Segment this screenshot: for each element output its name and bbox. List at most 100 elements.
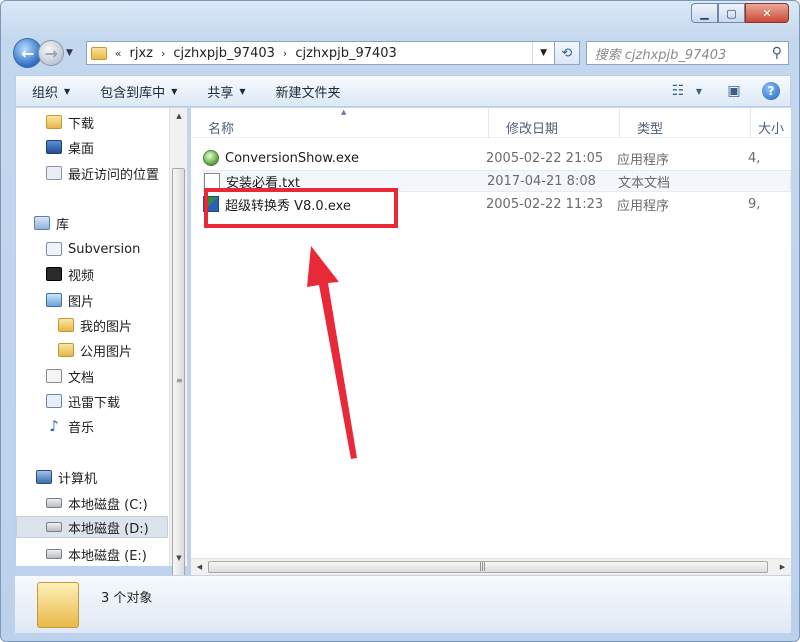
sidebar-item-libraries[interactable]: 库 [34,212,69,234]
file-name: ConversionShow.exe [225,150,359,166]
details-pane: 3 个对象 [15,575,791,633]
address-overflow[interactable]: « [115,47,122,60]
recent-pages-dropdown[interactable]: ▼ [66,48,80,58]
sidebar-item-public-pictures[interactable]: 公用图片 [58,339,132,361]
sidebar-item-drive-e[interactable]: 本地磁盘 (E:) [46,543,147,565]
scroll-right-icon[interactable]: ▶ [774,559,791,575]
scroll-up-icon[interactable]: ▲ [170,108,188,124]
sidebar-item-videos[interactable]: 视频 [46,263,94,285]
new-folder-button[interactable]: 新建文件夹 [276,82,341,101]
folder-icon [90,46,107,60]
library-icon [34,216,50,230]
sidebar-item-recent-places[interactable]: 最近访问的位置 [46,162,159,184]
explorer-window: ▁ ▢ ✕ ← → ▼ « rjxz › cjzhxpjb_97403 › cj… [0,0,800,642]
drive-icon [46,498,62,508]
column-type-label: 类型 [637,122,664,137]
search-icon[interactable]: ⚲ [772,45,782,61]
file-list: ▲ 名称 修改日期 类型 大小 ConversionShow.exe 2005-0… [191,108,791,558]
sidebar-item-label: 桌面 [68,141,95,157]
sidebar-item-my-pictures[interactable]: 我的图片 [58,314,132,336]
share-button[interactable]: 共享 ▼ [207,82,245,101]
scroll-down-icon[interactable]: ▼ [170,550,188,566]
sidebar-item-computer[interactable]: 计算机 [36,466,97,488]
sidebar-item-label: 文档 [68,370,95,386]
refresh-button[interactable]: ⟲ [554,41,580,65]
text-file-icon [204,173,220,189]
file-type: 应用程序 [617,152,670,168]
sidebar-item-label: 最近访问的位置 [68,167,160,183]
file-type: 文本文档 [618,175,671,191]
sidebar-item-label: 图片 [68,294,95,310]
sidebar-item-downloads[interactable]: 下载 [46,111,94,133]
column-header-type[interactable]: 类型 [620,108,751,138]
address-dropdown-icon[interactable]: ▼ [532,42,554,64]
sidebar-item-label: 计算机 [58,471,98,487]
folder-icon [37,581,79,628]
music-note-icon: ♪ [49,417,59,435]
documents-library-icon [46,369,62,383]
view-options-icon[interactable]: ☷ [664,80,692,102]
sidebar-item-subversion[interactable]: Subversion [46,238,140,260]
navigation-bar: ← → ▼ « rjxz › cjzhxpjb_97403 › cjzhxpjb… [13,37,789,69]
breadcrumb-parent[interactable]: cjzhxpjb_97403 [173,46,275,61]
file-list-horizontal-scrollbar[interactable]: ◀ ||| ▶ [191,558,791,575]
breadcrumb-current[interactable]: cjzhxpjb_97403 [295,46,397,61]
close-button[interactable]: ✕ [745,3,789,23]
sidebar-item-label: 本地磁盘 (C:) [68,497,148,513]
drive-icon [46,549,62,559]
breadcrumb-separator-icon[interactable]: › [161,47,165,60]
folder-icon [58,343,74,357]
search-input[interactable]: 搜索 cjzhxpjb_97403 ⚲ [585,41,789,65]
sidebar-item-label: 视频 [68,268,95,284]
thunder-download-icon [46,394,62,408]
scroll-thumb[interactable]: ||| [208,561,768,573]
minimize-button[interactable]: ▁ [691,3,718,23]
file-type: 应用程序 [617,198,670,214]
sidebar-item-label: 库 [56,217,70,233]
video-library-icon [46,267,62,281]
sidebar-item-documents[interactable]: 文档 [46,365,94,387]
sidebar-item-drive-c[interactable]: 本地磁盘 (C:) [46,492,148,514]
help-icon[interactable]: ? [762,82,780,100]
file-size: 9, [748,196,761,212]
sidebar-item-music[interactable]: ♪ 音乐 [46,415,94,437]
search-placeholder: 搜索 cjzhxpjb_97403 [594,47,727,63]
file-date: 2005-02-22 11:23 [486,196,604,212]
preview-pane-icon[interactable]: ▣ [720,80,748,102]
sidebar-item-label: 公用图片 [80,344,133,360]
chevron-down-icon: ▼ [171,86,178,96]
navigation-pane-scrollbar[interactable]: ▲ ≡ ▼ [169,108,188,602]
subversion-icon [46,242,62,256]
sidebar-item-label: 下载 [68,116,95,132]
scroll-thumb[interactable]: ≡ [172,168,185,602]
view-dropdown-icon[interactable]: ▼ [692,80,706,102]
scroll-left-icon[interactable]: ◀ [191,559,208,575]
sidebar-item-pictures[interactable]: 图片 [46,289,94,311]
new-folder-label: 新建文件夹 [275,85,341,101]
breadcrumb-separator-icon[interactable]: › [283,47,287,60]
drive-icon [46,522,62,532]
maximize-button[interactable]: ▢ [718,3,745,23]
item-count: 3 个对象 [101,591,153,606]
sort-ascending-icon: ▲ [341,108,347,116]
chevron-down-icon: ▼ [239,86,246,96]
sidebar-item-label: 本地磁盘 (D:) [68,521,149,537]
sidebar-item-thunder-downloads[interactable]: 迅雷下载 [46,390,120,412]
include-in-library-button[interactable]: 包含到库中 ▼ [100,82,177,101]
command-bar: 组织 ▼ 包含到库中 ▼ 共享 ▼ 新建文件夹 ☷ ▼ ▣ ? [15,75,791,107]
sidebar-item-drive-d[interactable]: 本地磁盘 (D:) [16,516,168,538]
table-row[interactable]: ConversionShow.exe 2005-02-22 21:05 应用程序… [203,147,791,169]
column-date-label: 修改日期 [506,122,559,137]
navigation-pane: 下载 桌面 最近访问的位置 库 Subversion 视频 图片 我的图片 公用… [15,108,187,566]
column-header-name[interactable]: ▲ 名称 [191,108,489,138]
organize-button[interactable]: 组织 ▼ [32,82,70,101]
forward-button[interactable]: → [38,40,65,66]
address-bar[interactable]: « rjxz › cjzhxpjb_97403 › cjzhxpjb_97403… [85,41,556,65]
computer-icon [36,470,52,484]
column-header-size[interactable]: 大小 [751,108,791,138]
column-size-label: 大小 [758,122,785,137]
sidebar-item-desktop[interactable]: 桌面 [46,136,94,158]
breadcrumb-rjxz[interactable]: rjxz [130,46,153,61]
red-arrow-annotation [307,246,357,459]
column-header-date[interactable]: 修改日期 [489,108,620,138]
